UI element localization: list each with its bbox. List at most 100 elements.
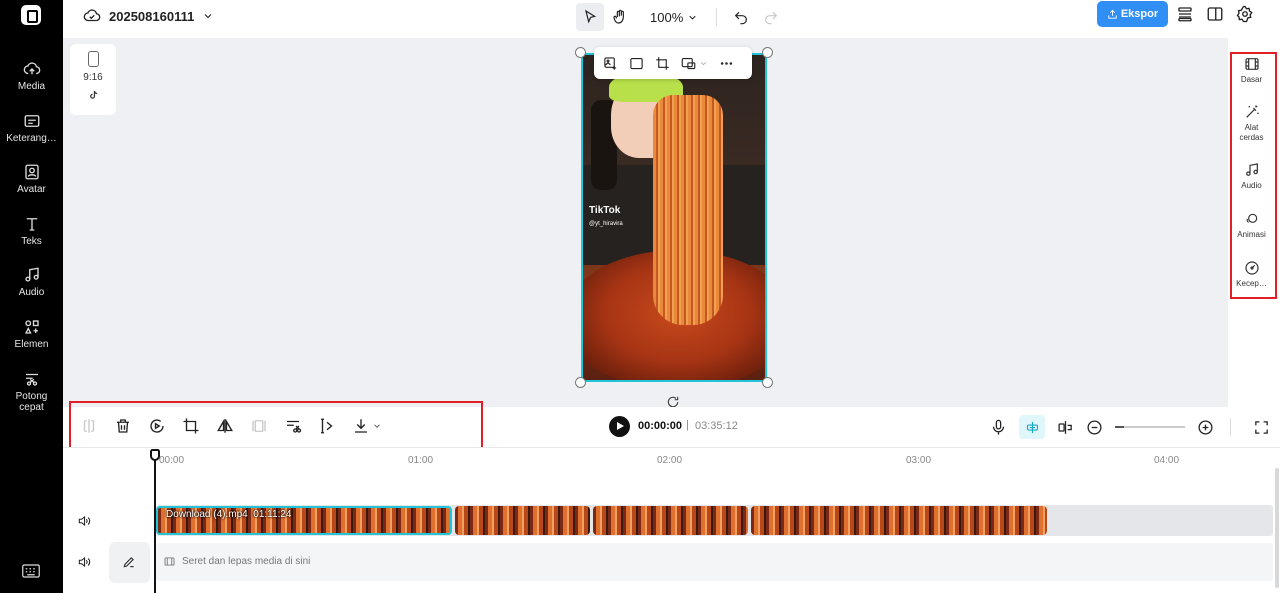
captions-icon xyxy=(23,112,41,130)
divider xyxy=(716,8,718,26)
ruler-label: 02:00 xyxy=(657,455,683,466)
hand-tool-button[interactable] xyxy=(606,3,634,31)
redo-icon xyxy=(765,11,778,25)
keyboard-icon[interactable] xyxy=(22,564,40,578)
zoom-out-icon[interactable] xyxy=(1086,419,1103,436)
top-right-tools xyxy=(1176,5,1254,23)
project-title-area[interactable]: 202508160111 xyxy=(83,7,214,25)
preview-canvas[interactable]: 9:16 TikTok @yt_hiravira xyxy=(63,38,1228,408)
playhead-line[interactable] xyxy=(154,455,156,593)
sidebar-item-label: Media xyxy=(17,81,46,92)
aspect-ratio-card[interactable]: 9:16 xyxy=(70,44,116,115)
playhead-handle[interactable] xyxy=(150,449,160,461)
sidebar-item-label: Avatar xyxy=(17,184,46,195)
zoom-in-icon[interactable] xyxy=(1197,419,1214,436)
volume-icon[interactable] xyxy=(77,555,91,569)
chevron-down-icon xyxy=(204,14,212,19)
zoom-level: 100% xyxy=(650,9,684,25)
video-editor-app: Media Keterang… Avatar Teks Audio Elemen… xyxy=(0,0,1280,593)
sidebar-item-label: Elemen xyxy=(14,339,49,350)
tiktok-watermark: TikTok xyxy=(589,205,621,216)
clip-duration: 01:11:24 xyxy=(253,509,292,520)
video-clip[interactable] xyxy=(751,506,1047,535)
hand-icon xyxy=(613,9,624,24)
resize-handle-tl[interactable] xyxy=(575,47,586,58)
select-tool-button[interactable] xyxy=(576,3,604,31)
timeline-right-tools xyxy=(990,415,1280,439)
gear-icon[interactable] xyxy=(1236,5,1254,23)
video-clip[interactable] xyxy=(593,506,748,535)
tiktok-handle: @yt_hiravira xyxy=(589,221,623,227)
aspect-ratio-label: 9:16 xyxy=(83,72,103,83)
chevron-down-icon[interactable] xyxy=(699,59,708,68)
elements-icon xyxy=(23,318,41,336)
crop-icon[interactable] xyxy=(655,56,670,71)
upload-icon xyxy=(1108,9,1117,19)
pencil-icon xyxy=(123,557,134,568)
highlight-box-right-panel xyxy=(1230,52,1277,299)
music-note-icon xyxy=(23,266,41,284)
tiktok-icon xyxy=(90,90,98,99)
redo-button[interactable] xyxy=(757,3,785,31)
edit-track-button[interactable] xyxy=(109,542,150,583)
sidebar-item-elements[interactable]: Elemen xyxy=(0,318,63,350)
resize-handle-bl[interactable] xyxy=(575,377,586,388)
split-panel-icon[interactable] xyxy=(1206,5,1224,23)
total-duration: 03:35:12 xyxy=(695,420,738,432)
clip-label: Download (4).mp4 01:11:24 xyxy=(166,509,291,520)
replace-image-icon[interactable] xyxy=(603,56,618,71)
video-clip[interactable] xyxy=(455,506,590,535)
resize-handle-tr[interactable] xyxy=(762,47,773,58)
sidebar-item-captions[interactable]: Keterang… xyxy=(0,112,63,144)
divider xyxy=(1230,418,1231,436)
magnet-icon xyxy=(1026,421,1038,433)
fit-screen-icon[interactable] xyxy=(1253,419,1270,436)
chevron-down-icon xyxy=(689,15,696,20)
sidebar-item-media[interactable]: Media xyxy=(0,60,63,92)
sidebar-item-audio[interactable]: Audio xyxy=(0,266,63,298)
more-options-icon[interactable] xyxy=(719,56,734,71)
ruler-label: 03:00 xyxy=(906,455,932,466)
microphone-icon[interactable] xyxy=(990,419,1007,436)
split-view-icon[interactable] xyxy=(1057,419,1074,436)
time-separator: | xyxy=(686,419,689,431)
sidebar-item-label: Keterang… xyxy=(6,133,57,144)
phone-icon xyxy=(87,51,99,67)
canvas-tools: 100% xyxy=(576,3,787,31)
ruler-label: 00:00 xyxy=(159,455,185,466)
undo-button[interactable] xyxy=(727,3,755,31)
project-name: 202508160111 xyxy=(109,8,195,24)
export-button[interactable]: Ekspor xyxy=(1097,1,1168,27)
drop-zone-text: Seret dan lepas media di sini xyxy=(182,556,311,567)
avatar-icon xyxy=(23,163,41,181)
timeline-zoom-slider[interactable] xyxy=(1115,426,1185,428)
video-frame-noodles xyxy=(653,95,723,325)
top-bar: 202508160111 100% Ekspor xyxy=(63,0,1280,38)
floating-toolbar xyxy=(594,47,752,79)
export-label: Ekspor xyxy=(1120,8,1159,20)
video-preview[interactable]: TikTok @yt_hiravira xyxy=(581,53,767,382)
ruler-label: 04:00 xyxy=(1154,455,1180,466)
drop-zone-track[interactable] xyxy=(156,543,1273,581)
text-icon xyxy=(23,215,41,233)
smart-frame-icon[interactable] xyxy=(629,56,644,71)
picture-in-picture-icon[interactable] xyxy=(681,56,696,71)
sidebar-item-label-line2: cepat xyxy=(19,402,44,413)
sidebar-item-quick-cut[interactable]: Potong cepat xyxy=(0,370,63,413)
current-time: 00:00:00 xyxy=(638,420,683,432)
ruler-label: 01:00 xyxy=(408,455,434,466)
app-logo[interactable] xyxy=(21,5,41,25)
volume-icon[interactable] xyxy=(77,514,91,528)
snap-toggle[interactable] xyxy=(1019,415,1045,439)
resize-handle-br[interactable] xyxy=(762,377,773,388)
undo-icon xyxy=(735,11,748,25)
sidebar-item-avatar[interactable]: Avatar xyxy=(0,163,63,195)
timeline-scrollbar[interactable] xyxy=(1275,468,1279,588)
zoom-dropdown[interactable]: 100% xyxy=(650,10,698,25)
play-button[interactable] xyxy=(609,416,630,437)
layers-icon[interactable] xyxy=(1176,5,1194,23)
clip-name: Download (4).mp4 xyxy=(166,509,248,520)
cloud-icon xyxy=(83,9,101,22)
sidebar-item-text[interactable]: Teks xyxy=(0,215,63,247)
left-sidebar: Media Keterang… Avatar Teks Audio Elemen… xyxy=(0,0,63,593)
